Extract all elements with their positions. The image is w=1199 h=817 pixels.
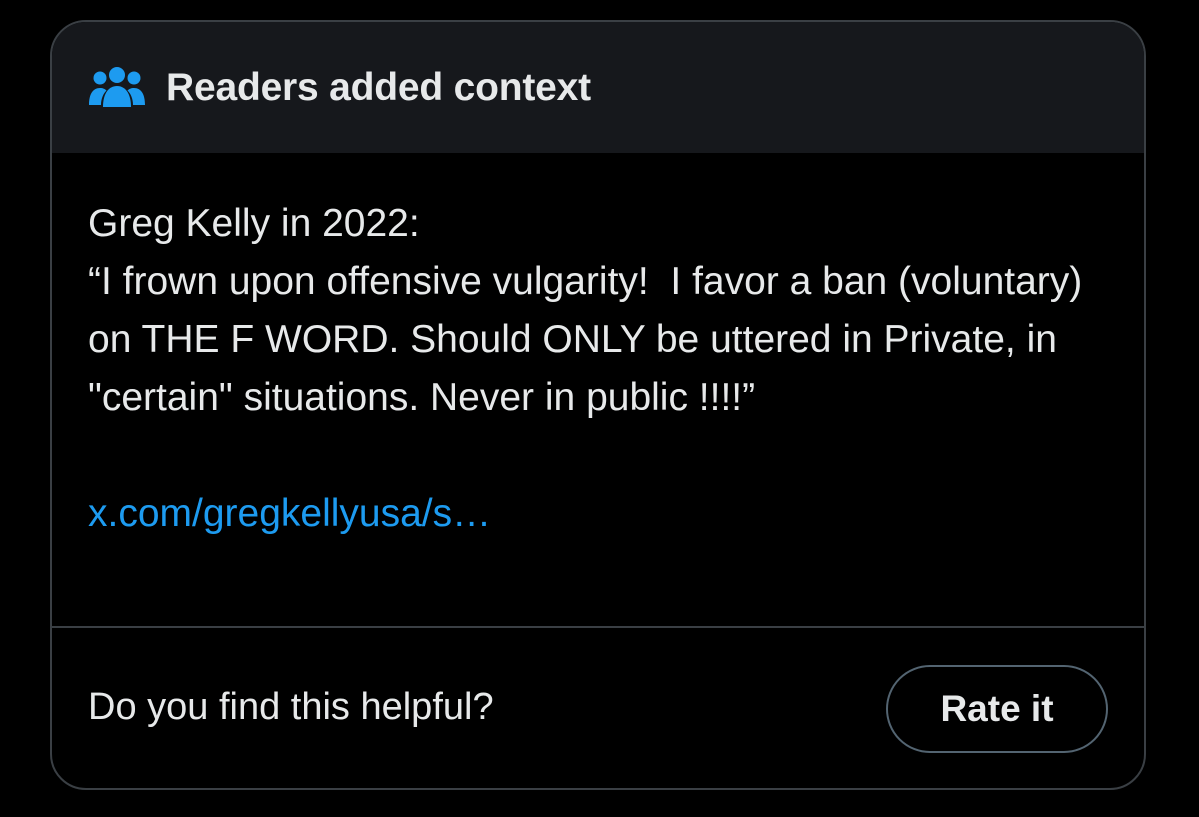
note-body: Greg Kelly in 2022: “I frown upon offens… bbox=[52, 153, 1144, 628]
note-title: Readers added context bbox=[166, 65, 591, 109]
community-note-card: Readers added context Greg Kelly in 2022… bbox=[50, 20, 1146, 790]
helpful-question: Do you find this helpful? bbox=[88, 686, 494, 728]
rate-it-button[interactable]: Rate it bbox=[886, 664, 1108, 753]
note-header: Readers added context bbox=[52, 22, 1144, 153]
source-link[interactable]: x.com/gregkellyusa/s… bbox=[88, 485, 491, 543]
note-footer: Do you find this helpful? Rate it bbox=[52, 628, 1144, 788]
people-group-icon bbox=[88, 63, 146, 111]
note-text: Greg Kelly in 2022: “I frown upon offens… bbox=[88, 202, 1083, 419]
